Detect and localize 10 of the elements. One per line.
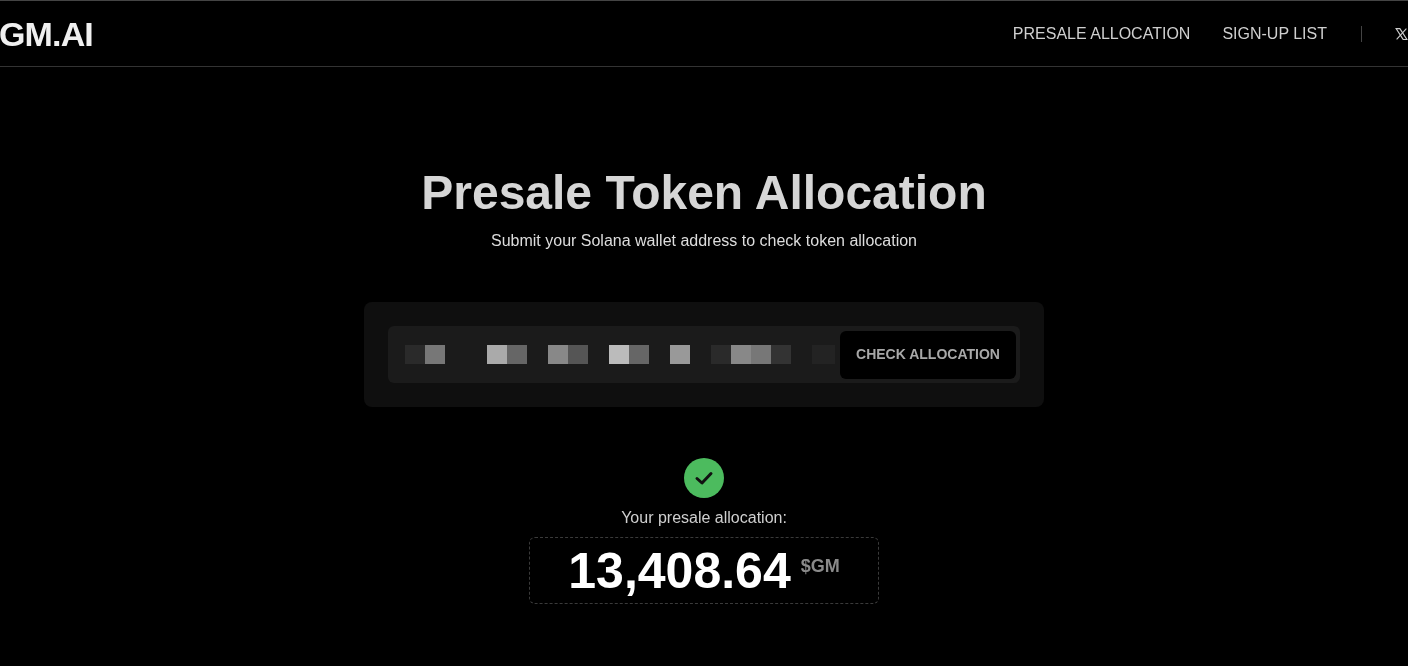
allocation-amount: 13,408.64 <box>568 545 791 596</box>
token-unit: $GM <box>800 556 840 575</box>
check-allocation-button[interactable]: CHECK ALLOCATION <box>840 330 1016 379</box>
page-title: Presale Token Allocation <box>421 165 987 221</box>
logo[interactable]: GM.AI <box>0 16 93 51</box>
nav-link[interactable]: PRESALE ALLOCATION <box>1012 21 1191 46</box>
nav-link[interactable]: SIGN-UP LIST <box>1222 21 1327 46</box>
x-logo-icon[interactable] <box>1395 26 1408 41</box>
allocation-label: Your presale allocation: <box>621 508 787 528</box>
page-subtitle: Submit your Solana wallet address to check token allocation <box>491 231 917 251</box>
